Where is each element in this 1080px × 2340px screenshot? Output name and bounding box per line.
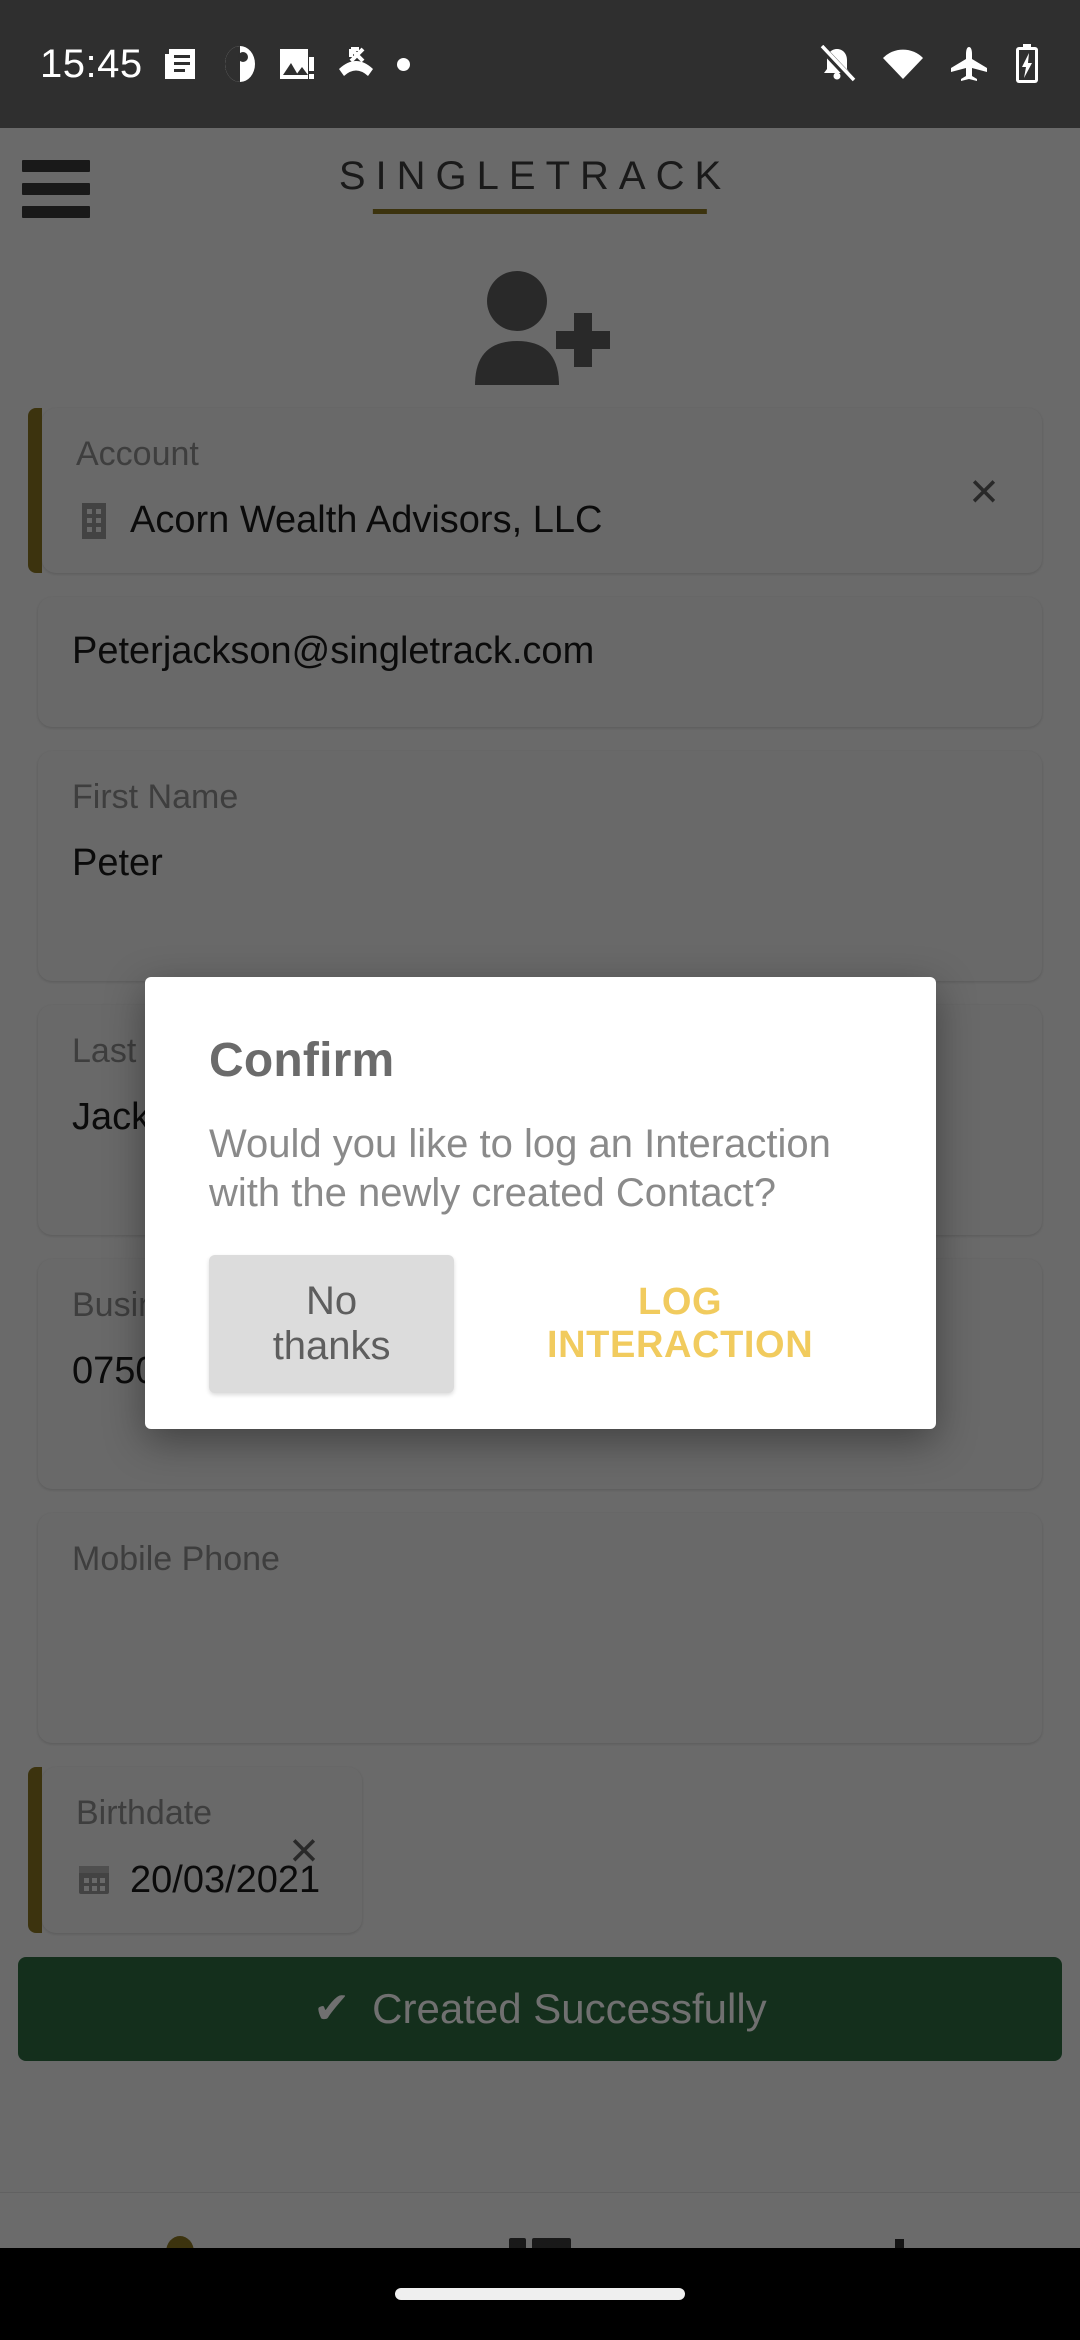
contrast-circle-icon (223, 45, 257, 83)
field-email[interactable]: Peterjackson@singletrack.com (38, 597, 1042, 728)
field-label: Mobile Phone (72, 1540, 280, 1579)
field-label: Account (76, 435, 199, 473)
gesture-navigation-bar (0, 2248, 1080, 2340)
field-value: Peter (72, 841, 163, 884)
brand-logo: SINGLETRACK (339, 154, 741, 214)
field-account[interactable]: Account Acorn Wealth Advisors, LLC × (28, 408, 1042, 574)
gesture-pill[interactable] (395, 2288, 685, 2300)
hamburger-menu-icon[interactable] (22, 160, 90, 218)
field-accent-bar (28, 1767, 42, 1933)
field-first-name[interactable]: First Name Peter (38, 751, 1042, 982)
contact-avatar[interactable] (0, 248, 1080, 408)
clear-account-button[interactable]: × (956, 463, 1012, 519)
dialog-title: Confirm (209, 1034, 395, 1087)
wifi-icon (882, 48, 924, 80)
status-bar-right (818, 44, 1040, 84)
missed-call-icon (337, 47, 375, 81)
dialog-actions: No thanks LOG INTERACTION (209, 1255, 872, 1429)
success-toast: ✔ Created Successfully (18, 1956, 1062, 2061)
field-label: First Name (72, 778, 239, 817)
field-accent-bar (28, 408, 42, 574)
clear-birthdate-button[interactable]: × (276, 1822, 332, 1878)
status-bar: 15:45 (0, 0, 1080, 128)
app-bar: SINGLETRACK (0, 128, 1080, 248)
no-thanks-button[interactable]: No thanks (209, 1255, 455, 1394)
person-add-icon (465, 269, 615, 387)
toast-message: Created Successfully (372, 1984, 767, 2032)
status-clock: 15:45 (40, 41, 143, 86)
image-alert-icon (279, 47, 315, 81)
brand-underline (372, 209, 707, 214)
field-value: Acorn Wealth Advisors, LLC (130, 499, 603, 542)
field-mobile-phone[interactable]: Mobile Phone (38, 1513, 1042, 1744)
status-bar-left: 15:45 (40, 42, 410, 87)
battery-charging-icon (1014, 44, 1040, 84)
news-icon (164, 46, 201, 82)
phone-screen: SINGLETRACK Account Acorn Wealth Advisor… (0, 0, 1080, 2340)
calendar-icon (76, 1861, 112, 1901)
field-birthdate[interactable]: Birthdate 20/03/2021 × (28, 1767, 362, 1933)
airplane-mode-icon (950, 46, 988, 82)
building-icon (76, 501, 112, 541)
log-interaction-button[interactable]: LOG INTERACTION (468, 1257, 872, 1391)
confirm-dialog: Confirm Would you like to log an Interac… (145, 977, 936, 1430)
check-icon: ✔ (313, 1983, 351, 2033)
bell-off-icon (818, 45, 856, 83)
dialog-message: Would you like to log an Interaction wit… (209, 1121, 831, 1215)
brand-title: SINGLETRACK (338, 154, 732, 198)
field-value (72, 1605, 1008, 1649)
field-value: Peterjackson@singletrack.com (72, 630, 595, 673)
field-value-row: Acorn Wealth Advisors, LLC (76, 499, 1008, 543)
more-dot-icon (396, 57, 410, 71)
